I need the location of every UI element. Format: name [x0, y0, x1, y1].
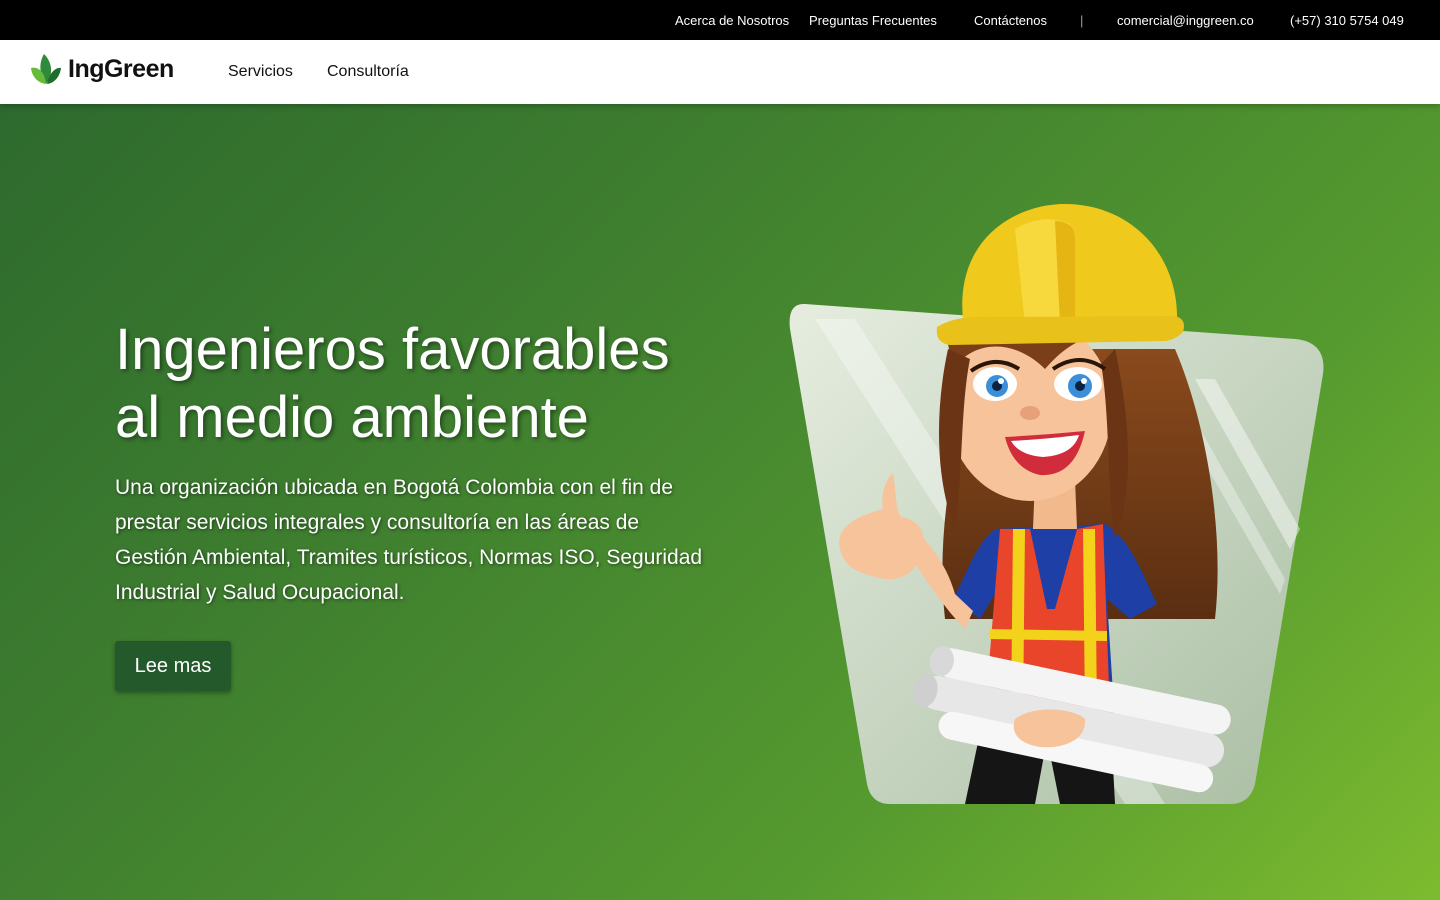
leaf-icon	[31, 54, 61, 84]
nav-item-consultoria[interactable]: Consultoría	[327, 63, 409, 81]
hero-section: Ingenieros favorables al medio ambiente …	[0, 104, 1440, 900]
main-navbar: IngGreen Servicios Consultoría	[0, 40, 1440, 104]
logo[interactable]: IngGreen	[30, 52, 174, 86]
separator: |	[1080, 13, 1084, 28]
logo-text: IngGreen	[68, 54, 174, 83]
phone-link[interactable]: (+57) 310 5754 049	[1290, 13, 1404, 28]
hero-title-line-2: al medio ambiente	[115, 385, 589, 450]
hero-description: Una organización ubicada en Bogotá Colom…	[115, 476, 703, 604]
hero-title-line-1: Ingenieros favorables	[115, 317, 670, 382]
about-link[interactable]: Acerca de Nosotros	[675, 13, 789, 28]
nav-item-servicios[interactable]: Servicios	[228, 63, 293, 81]
faq-link[interactable]: Preguntas Frecuentes	[809, 13, 937, 28]
engineer-woman-illustration	[789, 204, 1324, 804]
top-bar: Acerca de Nosotros Preguntas Frecuentes …	[0, 0, 1440, 40]
email-link[interactable]: comercial@inggreen.co	[1117, 13, 1254, 28]
read-more-button[interactable]: Lee mas	[115, 641, 231, 691]
hero-title: Ingenieros favorables al medio ambiente	[115, 316, 755, 452]
contact-link[interactable]: Contáctenos	[974, 13, 1047, 28]
